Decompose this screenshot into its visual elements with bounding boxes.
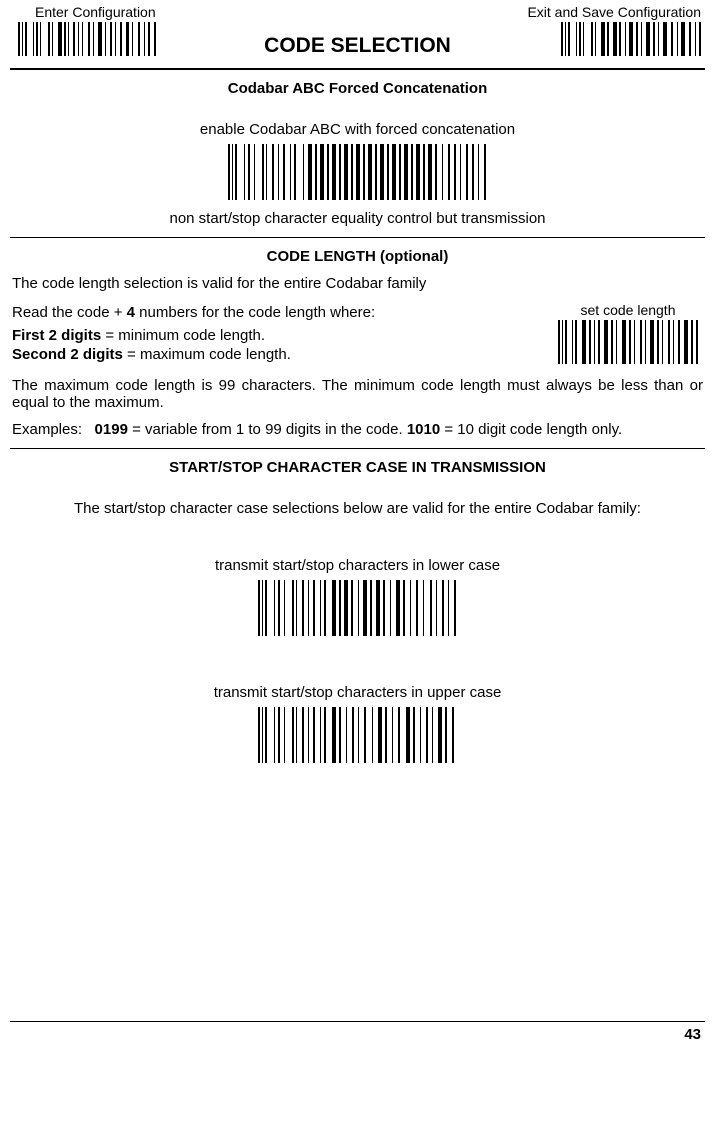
examples-line: Examples: 0199 = variable from 1 to 99 d… [10,421,705,438]
barcode-icon [558,320,698,364]
page-number: 43 [684,1026,701,1043]
text-bold: Second 2 digits [12,346,123,363]
section-title-startstop: START/STOP CHARACTER CASE IN TRANSMISSIO… [10,459,705,476]
concat-note-caption: non start/stop character equality contro… [10,210,705,227]
page-title: CODE SELECTION [10,34,705,58]
exit-config-label: Exit and Save Configuration [527,4,701,20]
barcode-icon [228,144,488,200]
set-code-length-block: set code length [553,302,703,367]
set-code-length-label: set code length [553,302,703,318]
section-title-codelength: CODE LENGTH (optional) [10,248,705,265]
text: = variable from 1 to 99 digits in the co… [128,421,407,438]
text: Read the code + [12,304,127,321]
second-digits-line: Second 2 digits = maximum code length. [12,346,543,363]
text: = minimum code length. [101,327,265,344]
footer: 43 [10,1021,705,1043]
enable-concat-caption: enable Codabar ABC with forced concatena… [10,121,705,138]
first-digits-line: First 2 digits = minimum code length. [12,327,543,344]
startstop-intro: The start/stop character case selections… [10,500,705,517]
text: = 10 digit code length only. [440,421,622,438]
divider [10,237,705,238]
divider [10,68,705,70]
lower-case-caption: transmit start/stop characters in lower … [10,557,705,574]
read-code-line: Read the code + 4 numbers for the code l… [12,304,543,321]
max-length-note: The maximum code length is 99 characters… [10,377,705,411]
enable-concat-barcode [10,144,705,204]
codelength-intro: The code length selection is valid for t… [10,275,705,292]
barcode-icon [258,707,458,763]
text-bold: 1010 [407,421,440,438]
header: Enter Configuration Exit and Save Config… [10,4,705,60]
text-bold: First 2 digits [12,327,101,344]
examples-label: Examples: [12,421,82,438]
lower-case-barcode [10,580,705,640]
text-bold: 4 [127,304,135,321]
enter-config-label: Enter Configuration [35,4,156,20]
upper-case-caption: transmit start/stop characters in upper … [10,684,705,701]
upper-case-barcode [10,707,705,767]
barcode-icon [258,580,458,636]
codelength-rules-block: Read the code + 4 numbers for the code l… [10,302,705,367]
divider [10,448,705,449]
text-bold: 0199 [95,421,128,438]
text: = maximum code length. [123,346,291,363]
text: numbers for the code length where: [135,304,375,321]
section-title-concat: Codabar ABC Forced Concatenation [10,80,705,97]
